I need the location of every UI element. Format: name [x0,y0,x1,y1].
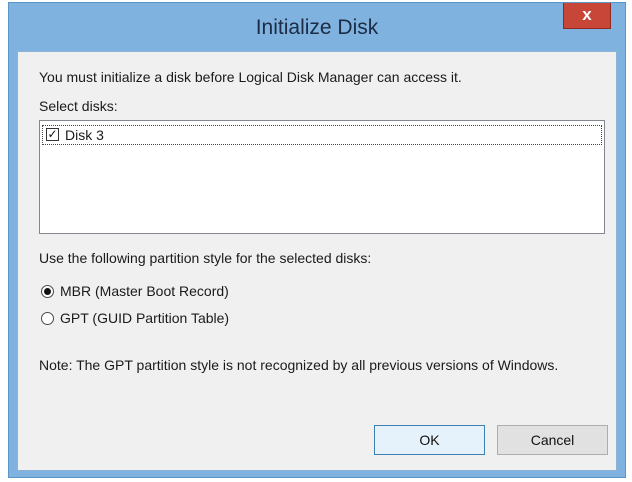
partition-style-label: Use the following partition style for th… [39,250,372,266]
gpt-note: Note: The GPT partition style is not rec… [39,357,559,373]
window-title: Initialize Disk [255,16,379,39]
close-button[interactable]: x [563,3,611,29]
gpt-radio[interactable] [41,312,54,325]
radio-selected-dot [44,288,51,295]
mbr-radio-label[interactable]: MBR (Master Boot Record) [60,283,229,299]
checkmark-icon: ✓ [47,127,58,141]
title-bar[interactable]: Initialize Disk x [9,3,625,51]
disk-label: Disk 3 [65,127,104,143]
disk-list-item[interactable]: ✓ Disk 3 [42,125,602,145]
disk-checkbox[interactable]: ✓ [46,128,59,141]
select-disks-label: Select disks: [39,98,118,114]
dialog-body: You must initialize a disk before Logica… [17,51,617,471]
initialize-disk-dialog: Initialize Disk x You must initialize a … [8,2,626,478]
window-frame-left [9,51,17,471]
window-frame-right [617,51,625,471]
intro-text: You must initialize a disk before Logica… [39,69,462,85]
mbr-radio[interactable] [41,285,54,298]
disk-list[interactable]: ✓ Disk 3 [39,120,605,234]
ok-button[interactable]: OK [374,425,485,455]
gpt-radio-label[interactable]: GPT (GUID Partition Table) [60,310,229,326]
close-icon: x [582,5,592,24]
cancel-button[interactable]: Cancel [497,425,608,455]
